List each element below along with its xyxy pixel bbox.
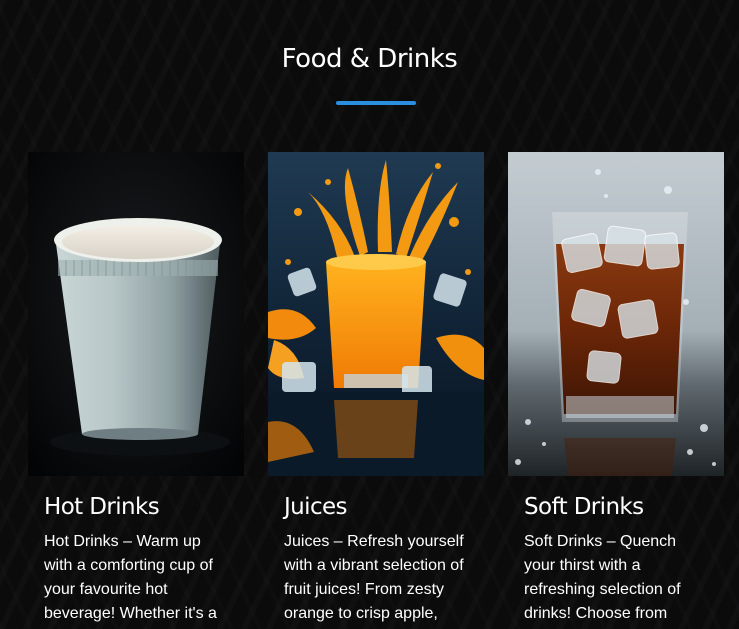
card-title[interactable]: Juices (284, 492, 468, 522)
juice-illustration (268, 152, 484, 476)
soft-drinks-image[interactable] (508, 152, 724, 476)
juices-image[interactable] (268, 152, 484, 476)
card-title[interactable]: Hot Drinks (44, 492, 228, 522)
card-description: Juices – Refresh yourself with a vibrant… (284, 533, 464, 622)
card-juices[interactable]: Juices Juices – Refresh yourself with a … (268, 152, 484, 626)
card-title[interactable]: Soft Drinks (524, 492, 708, 522)
card-soft-drinks[interactable]: Soft Drinks Soft Drinks – Quench your th… (508, 152, 724, 626)
cup-illustration (28, 152, 244, 476)
card-body: Juices Juices – Refresh yourself with a … (268, 476, 484, 626)
section-title: Food & Drinks (281, 44, 458, 74)
card-description: Soft Drinks – Quench your thirst with a … (524, 533, 681, 622)
title-underline (336, 101, 416, 105)
card-hot-drinks[interactable]: Hot Drinks Hot Drinks – Warm up with a c… (28, 152, 244, 626)
hot-drinks-image[interactable] (28, 152, 244, 476)
card-description: Hot Drinks – Warm up with a comforting c… (44, 533, 217, 622)
card-body: Hot Drinks Hot Drinks – Warm up with a c… (28, 476, 244, 626)
cola-illustration (508, 152, 724, 476)
card-body: Soft Drinks Soft Drinks – Quench your th… (508, 476, 724, 626)
